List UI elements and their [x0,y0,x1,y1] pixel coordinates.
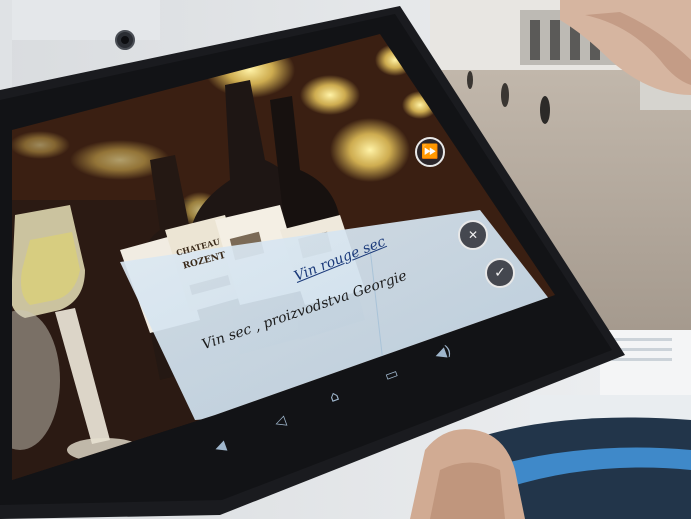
hands [410,0,691,519]
